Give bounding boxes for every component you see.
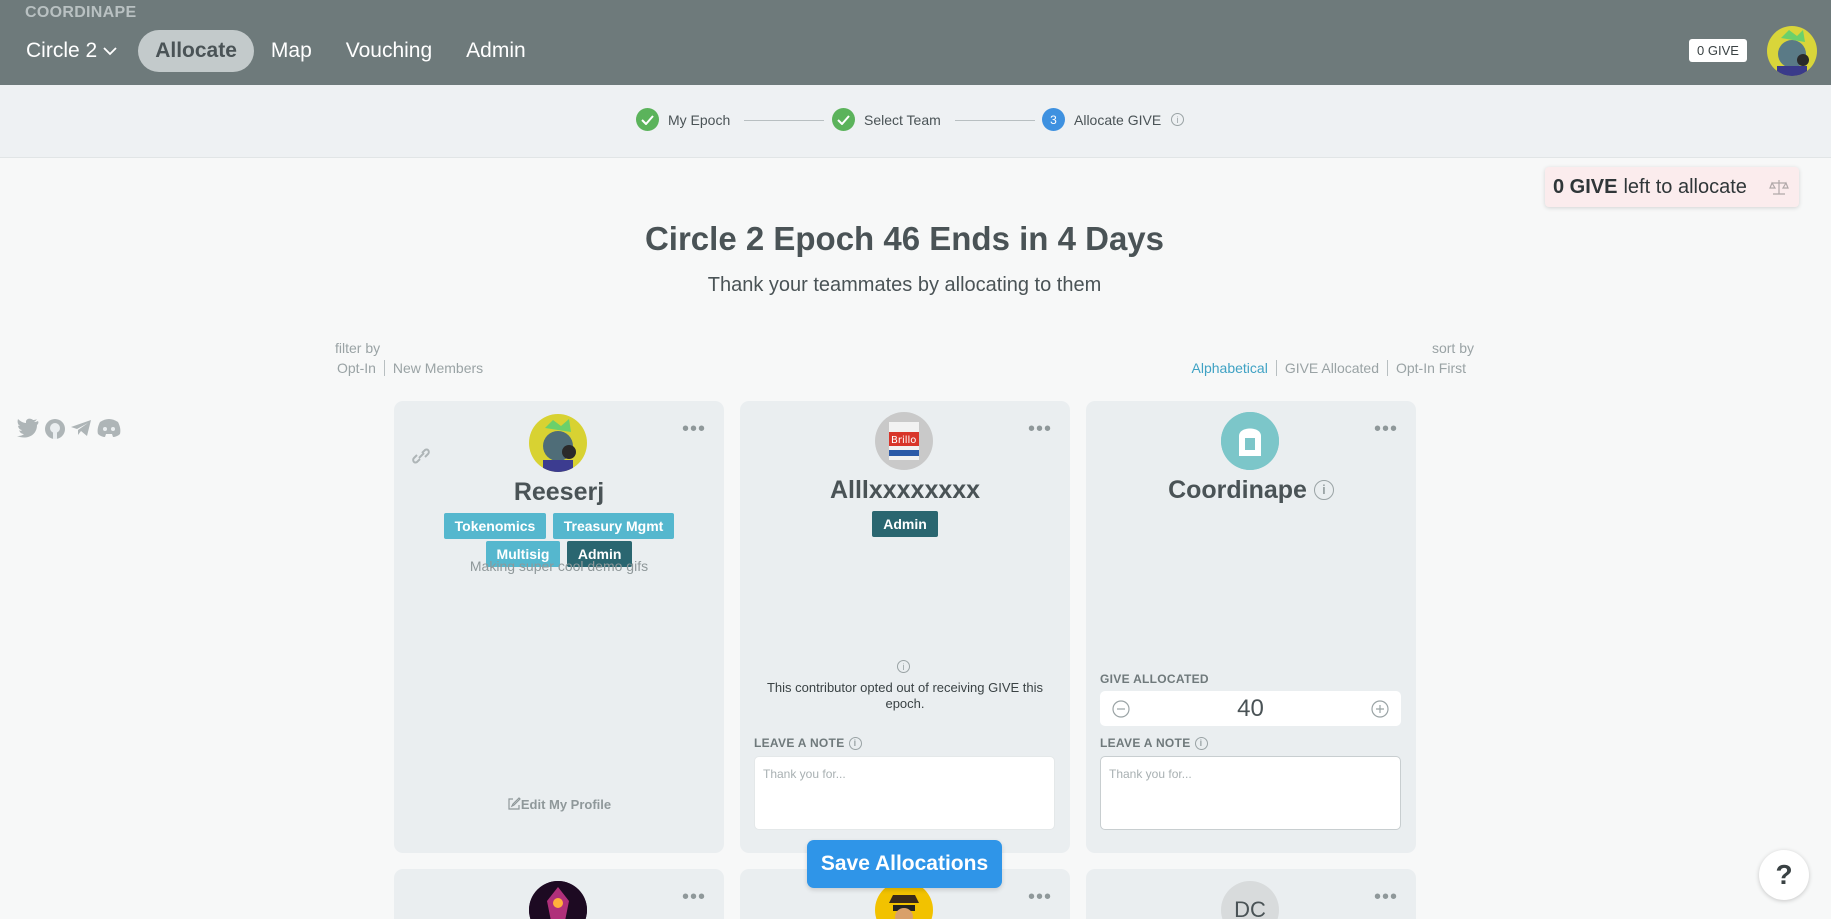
page-subtitle: Thank your teammates by allocating to th… (707, 274, 1102, 296)
app-logo[interactable]: COORDINAPE (25, 4, 136, 22)
nav-vouching[interactable]: Vouching (329, 30, 449, 72)
member-name: Alllxxxxxxxx (829, 476, 981, 504)
edit-profile-label: Edit My Profile (520, 797, 612, 812)
circle-select-dropdown[interactable]: Circle 2 (26, 39, 117, 63)
give-balance-badge[interactable]: 0 GIVE (1689, 39, 1747, 62)
check-icon (636, 108, 659, 131)
give-stepper[interactable]: 40 (1100, 691, 1401, 726)
filter-label: filter by (335, 340, 381, 356)
step-connector (955, 120, 1035, 121)
info-icon[interactable]: i (848, 736, 862, 750)
github-icon[interactable] (44, 418, 66, 440)
give-remaining-label: left to allocate (1623, 175, 1747, 198)
give-value-input[interactable]: 40 (1237, 695, 1264, 723)
more-options-icon[interactable]: ••• (1028, 418, 1052, 441)
sort-give-allocated[interactable]: GIVE Allocated (1275, 360, 1387, 376)
discord-icon[interactable] (96, 418, 122, 438)
give-remaining-indicator: 0 GIVE left to allocate (1545, 167, 1799, 207)
chevron-down-icon (103, 47, 117, 56)
progress-stepper: My Epoch Select Team 3 Allocate GIVE i (0, 85, 1831, 158)
step-select-team[interactable]: Select Team (832, 108, 941, 131)
telegram-icon[interactable] (70, 418, 92, 438)
sort-label: sort by (1431, 340, 1474, 356)
step-label: Allocate GIVE (1074, 111, 1162, 128)
info-icon[interactable]: i (1171, 113, 1185, 126)
more-options-icon[interactable]: ••• (682, 418, 706, 441)
note-label: LEAVE A NOTE i (754, 736, 862, 750)
check-icon (832, 108, 855, 131)
note-label-text: LEAVE A NOTE (754, 736, 845, 750)
sort-alphabetical[interactable]: Alphabetical (1190, 360, 1276, 376)
skill-tag: Treasury Mgmt (552, 513, 675, 539)
member-name: Reeserj (513, 478, 605, 506)
info-icon[interactable]: i (1313, 479, 1334, 500)
give-remaining-amount: 0 GIVE (1553, 175, 1618, 198)
member-bio: Making super cool demo gifs (469, 558, 649, 574)
nav-map[interactable]: Map (254, 30, 329, 72)
skill-tag: Tokenomics (443, 513, 547, 539)
edit-icon (508, 797, 521, 810)
main-nav: Circle 2 Allocate Map Vouching Admin (0, 30, 543, 72)
step-connector (744, 120, 824, 121)
nav-admin[interactable]: Admin (449, 30, 543, 72)
step-my-epoch[interactable]: My Epoch (636, 108, 730, 131)
balance-scale-icon (1769, 180, 1789, 195)
note-textarea[interactable]: Thank you for... (1100, 756, 1401, 830)
social-links (16, 418, 122, 440)
give-allocated-label: GIVE ALLOCATED (1100, 672, 1209, 686)
member-avatar[interactable] (529, 414, 587, 472)
member-name-row: Coordinape i (1086, 476, 1416, 505)
more-options-icon[interactable]: ••• (682, 886, 706, 909)
member-tags: Admin (740, 510, 1070, 538)
help-button[interactable]: ? (1759, 850, 1809, 900)
circle-select-label: Circle 2 (26, 39, 98, 62)
page-title: Circle 2 Epoch 46 Ends in 4 Days (644, 220, 1165, 257)
filter-opt-in[interactable]: Opt-In (335, 360, 384, 376)
filter-new-members[interactable]: New Members (383, 360, 491, 376)
filter-controls: filter by Opt-In New Members (335, 340, 491, 376)
step-allocate-give[interactable]: 3 Allocate GIVE i (1042, 108, 1185, 131)
step-label: Select Team (864, 111, 941, 128)
opted-out-message: This contributor opted out of receiving … (766, 680, 1044, 711)
note-textarea[interactable]: Thank you for... (754, 756, 1055, 830)
svg-text:Brillo: Brillo (891, 435, 916, 446)
info-icon: i (897, 660, 910, 673)
info-icon[interactable]: i (1194, 736, 1208, 750)
link-icon[interactable] (410, 446, 432, 466)
sort-opt-in-first[interactable]: Opt-In First (1386, 360, 1474, 376)
member-avatar[interactable] (1221, 412, 1279, 470)
more-options-icon[interactable]: ••• (1374, 886, 1398, 909)
more-options-icon[interactable]: ••• (1374, 418, 1398, 441)
step-label: My Epoch (668, 111, 731, 128)
user-avatar[interactable] (1767, 26, 1817, 76)
sort-controls: sort by Alphabetical GIVE Allocated Opt-… (1190, 340, 1474, 376)
twitter-icon[interactable] (16, 418, 40, 438)
minus-icon[interactable] (1112, 699, 1130, 718)
nav-allocate[interactable]: Allocate (138, 30, 254, 72)
note-label: LEAVE A NOTE i (1100, 736, 1208, 750)
step-number: 3 (1042, 108, 1065, 131)
save-allocations-button[interactable]: Save Allocations (807, 840, 1002, 888)
member-name: Coordinape (1168, 476, 1307, 504)
top-nav-bar: COORDINAPE Circle 2 Allocate Map Vouchin… (0, 0, 1831, 85)
edit-profile-link[interactable]: Edit My Profile (394, 797, 724, 812)
plus-icon[interactable] (1371, 699, 1389, 718)
admin-badge: Admin (872, 511, 938, 537)
note-label-text: LEAVE A NOTE (1100, 736, 1191, 750)
more-options-icon[interactable]: ••• (1028, 886, 1052, 909)
member-avatar[interactable]: Brillo (875, 412, 933, 470)
